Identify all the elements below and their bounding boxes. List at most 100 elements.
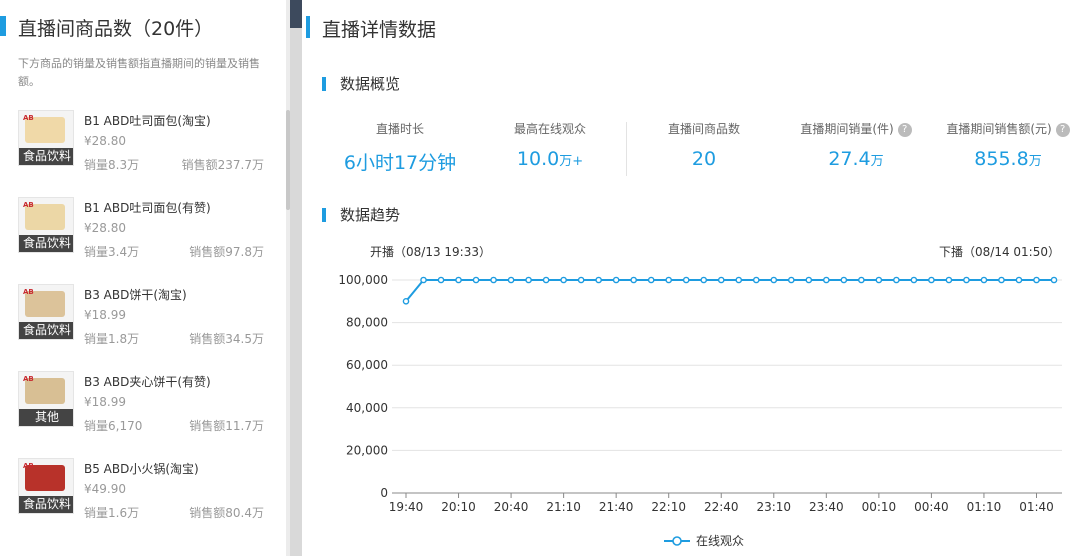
data-point[interactable] [963, 276, 970, 284]
section-accent-bar [0, 16, 6, 36]
metric-unit: 万 [870, 154, 884, 169]
product-name[interactable]: B1 ABD吐司面包(淘宝) [84, 112, 211, 129]
data-point[interactable] [875, 276, 883, 284]
data-point[interactable] [752, 276, 760, 284]
metric-card: 直播时长 6小时17分钟 [325, 120, 475, 175]
x-tick-label: 23:10 [756, 500, 791, 514]
data-point[interactable] [1033, 276, 1040, 284]
product-name[interactable]: B1 ABD吐司面包(有赞) [84, 199, 211, 216]
data-point[interactable] [823, 276, 830, 284]
data-point[interactable] [665, 276, 673, 284]
data-point[interactable] [682, 276, 690, 284]
live-detail-panel: 直播详情数据 数据概览 直播时长 6小时17分钟 最高在线观众 10.0万+ 直播间商品… [302, 0, 1080, 556]
y-tick-label: 60,000 [346, 358, 388, 372]
data-point[interactable] [490, 276, 497, 284]
data-point[interactable] [525, 276, 532, 284]
data-point[interactable] [455, 276, 462, 284]
section-accent-bar [306, 16, 310, 38]
category-badge: 食品饮料 [19, 235, 73, 252]
metric-label: 直播间商品数 [667, 122, 740, 136]
metric-card: 直播间商品数 20 [629, 120, 779, 170]
product-list-panel: 直播间商品数（20件） 下方商品的销量及销售额指直播期间的销量及销售额。 AB 食… [0, 0, 286, 556]
data-point[interactable] [840, 276, 848, 284]
data-point[interactable] [1050, 276, 1058, 284]
product-thumbnail[interactable]: AB 食品饮料 [18, 284, 74, 340]
data-point[interactable] [945, 276, 953, 284]
trend-title: 数据趋势 [340, 206, 401, 224]
data-point[interactable] [858, 276, 865, 284]
data-point[interactable] [612, 276, 620, 284]
data-point[interactable] [700, 276, 708, 284]
product-price: ¥49.90 [84, 482, 126, 496]
product-thumbnail[interactable]: AB 其他 [18, 371, 74, 427]
product-name[interactable]: B3 ABD饼干(淘宝) [84, 286, 187, 303]
viewer-trend-chart: 0 20,000 40,000 60,000 80,000 100,000 19:40 20:… [338, 273, 1062, 548]
data-point[interactable] [1015, 276, 1023, 284]
data-point[interactable] [998, 276, 1005, 284]
product-item[interactable]: AB 食品饮料 B3 ABD饼干(淘宝) ¥18.99 销量1.8万 销售额34.5万 [18, 284, 268, 364]
product-price: ¥28.80 [84, 221, 126, 235]
product-thumbnail[interactable]: AB 食品饮料 [18, 110, 74, 166]
help-icon[interactable]: ? [1055, 123, 1070, 137]
y-tick-label: 20,000 [346, 443, 388, 457]
live-start-label: 开播（08/13 19:33） [370, 245, 491, 259]
panel-divider-top [290, 0, 302, 28]
product-item[interactable]: AB 其他 B3 ABD夹心饼干(有赞) ¥18.99 销量6,170 销售额11.7万 [18, 371, 268, 451]
x-tick-label: 01:10 [967, 500, 1002, 514]
x-tick-label: 22:40 [704, 500, 739, 514]
product-sales: 销量8.3万 [84, 158, 140, 172]
product-thumbnail[interactable]: AB 食品饮料 [18, 197, 74, 253]
x-tick-label: 01:40 [1019, 500, 1054, 514]
data-point[interactable] [928, 276, 935, 284]
data-point[interactable] [805, 276, 813, 284]
data-point[interactable] [770, 276, 778, 284]
brand-logo: AB [23, 375, 34, 383]
product-name[interactable]: B3 ABD夹心饼干(有赞) [84, 373, 211, 390]
legend-marker [672, 536, 682, 546]
product-sales: 销量1.8万 [84, 332, 140, 346]
metrics-divider [626, 122, 627, 176]
product-item[interactable]: AB 食品饮料 B1 ABD吐司面包(淘宝) ¥28.80 销量8.3万 销售额237.7… [18, 110, 268, 190]
metric-value: 27.4万 [828, 148, 884, 170]
x-tick-label: 22:10 [651, 500, 686, 514]
product-item[interactable]: AB 食品饮料 B5 ABD小火锅(淘宝) ¥49.90 销量1.6万 销售额80.4万 [18, 458, 268, 538]
product-name[interactable]: B5 ABD小火锅(淘宝) [84, 460, 199, 477]
legend-label[interactable]: 在线观众 [696, 534, 744, 548]
product-thumbnail[interactable]: AB 食品饮料 [18, 458, 74, 514]
data-point[interactable] [910, 276, 918, 284]
data-point[interactable] [560, 276, 567, 284]
data-point[interactable] [577, 276, 585, 284]
panel-divider [290, 0, 302, 556]
category-badge: 其他 [19, 409, 73, 426]
metric-value: 10.0万+ [516, 148, 584, 170]
data-point[interactable] [787, 276, 795, 284]
product-sales: 销量6,170 [84, 419, 143, 433]
x-tick-label: 00:40 [914, 500, 949, 514]
data-point[interactable] [980, 276, 988, 284]
data-point[interactable] [647, 276, 655, 284]
x-tick-label: 21:40 [599, 500, 634, 514]
data-point[interactable] [717, 276, 725, 284]
product-price: ¥28.80 [84, 134, 126, 148]
data-point[interactable] [735, 276, 743, 284]
data-point[interactable] [402, 298, 410, 305]
data-point[interactable] [437, 276, 445, 284]
overview-accent-bar [322, 77, 326, 91]
data-point[interactable] [507, 276, 515, 284]
brand-logo: AB [23, 462, 34, 470]
x-tick-label: 21:10 [546, 500, 581, 514]
data-point[interactable] [893, 276, 900, 284]
metric-label: 最高在线观众 [513, 122, 586, 136]
data-point[interactable] [595, 276, 602, 284]
metric-value: 20 [691, 148, 717, 170]
data-point[interactable] [630, 276, 637, 284]
help-icon[interactable]: ? [897, 123, 912, 137]
data-point[interactable] [472, 276, 480, 284]
data-point[interactable] [420, 276, 427, 284]
data-point[interactable] [542, 276, 550, 284]
overview-title: 数据概览 [340, 75, 401, 93]
product-list-description: 下方商品的销量及销售额指直播期间的销量及销售额。 [18, 57, 260, 88]
product-sales-amount: 销售额34.5万 [189, 332, 264, 346]
product-item[interactable]: AB 食品饮料 B1 ABD吐司面包(有赞) ¥28.80 销量3.4万 销售额97.8万 [18, 197, 268, 277]
metric-value: 855.8万 [974, 148, 1042, 170]
